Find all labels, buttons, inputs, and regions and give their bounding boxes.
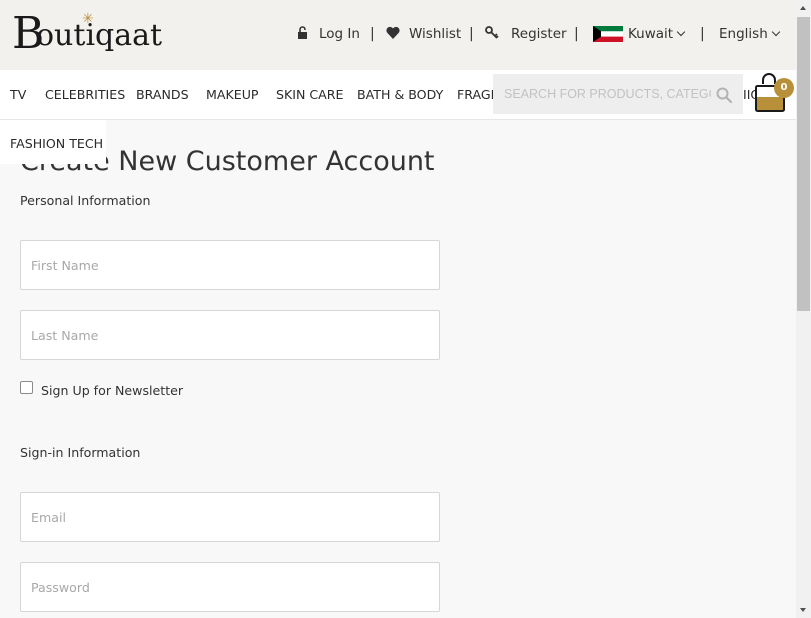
scrollbar-thumb[interactable] bbox=[797, 17, 810, 311]
scroll-down-button[interactable] bbox=[796, 601, 811, 618]
search-box bbox=[493, 74, 743, 114]
language-label: English bbox=[719, 26, 768, 42]
header-separator: | bbox=[700, 26, 705, 42]
nav-item-bath-body[interactable]: BATH & BODY bbox=[357, 87, 443, 103]
main-navigation: TV CELEBRITIES BRANDS MAKEUP SKIN CARE B… bbox=[0, 70, 796, 120]
nav-item-tv[interactable]: TV bbox=[10, 87, 26, 103]
login-link[interactable]: Log In bbox=[319, 25, 360, 43]
heart-icon bbox=[386, 26, 400, 39]
lock-icon bbox=[298, 26, 307, 39]
logo-star-icon: ✳ bbox=[82, 11, 94, 27]
chevron-down-icon bbox=[676, 27, 686, 37]
key-icon bbox=[485, 26, 499, 39]
top-header: B outiqaat ✳ Log In | Wishlist | Registe… bbox=[0, 0, 796, 70]
newsletter-checkbox[interactable] bbox=[20, 381, 33, 394]
wishlist-link[interactable]: Wishlist bbox=[409, 25, 461, 43]
header-separator: | bbox=[574, 26, 579, 42]
cart-button[interactable]: 0 bbox=[752, 72, 796, 116]
chevron-down-icon bbox=[771, 27, 780, 37]
last-name-field[interactable] bbox=[20, 310, 440, 360]
arrow-down-icon bbox=[800, 608, 806, 612]
register-link[interactable]: Register bbox=[511, 25, 567, 43]
cart-count-badge: 0 bbox=[774, 78, 794, 98]
country-label: Kuwait bbox=[628, 26, 674, 42]
newsletter-label[interactable]: Sign Up for Newsletter bbox=[41, 383, 183, 399]
nav-item-brands[interactable]: BRANDS bbox=[136, 87, 189, 103]
personal-info-heading: Personal Information bbox=[20, 193, 151, 208]
nav-item-celebrities[interactable]: CELEBRITIES bbox=[45, 87, 125, 103]
dropdown-item-fashion-tech[interactable]: FASHION TECH bbox=[10, 136, 103, 152]
logo-wordmark: outiqaat bbox=[36, 18, 163, 53]
signin-info-heading: Sign-in Information bbox=[20, 445, 141, 460]
boutiqaat-logo[interactable]: B outiqaat ✳ bbox=[12, 12, 162, 60]
country-selector[interactable]: Kuwait bbox=[628, 25, 686, 43]
nav-dropdown: FASHION TECH bbox=[0, 120, 106, 164]
kuwait-flag-icon bbox=[593, 26, 623, 42]
language-selector[interactable]: English bbox=[719, 25, 780, 43]
header-separator: | bbox=[469, 26, 474, 42]
header-separator: | bbox=[370, 26, 375, 42]
arrow-up-icon bbox=[800, 6, 806, 10]
nav-item-skin-care[interactable]: SKIN CARE bbox=[276, 87, 344, 103]
email-field[interactable] bbox=[20, 492, 440, 542]
page-scrollbar[interactable] bbox=[796, 0, 811, 618]
search-input[interactable] bbox=[493, 74, 711, 114]
first-name-field[interactable] bbox=[20, 240, 440, 290]
nav-item-makeup[interactable]: MAKEUP bbox=[206, 87, 259, 103]
scroll-up-button[interactable] bbox=[796, 0, 811, 17]
password-field[interactable] bbox=[20, 562, 440, 612]
search-icon[interactable] bbox=[715, 86, 733, 104]
